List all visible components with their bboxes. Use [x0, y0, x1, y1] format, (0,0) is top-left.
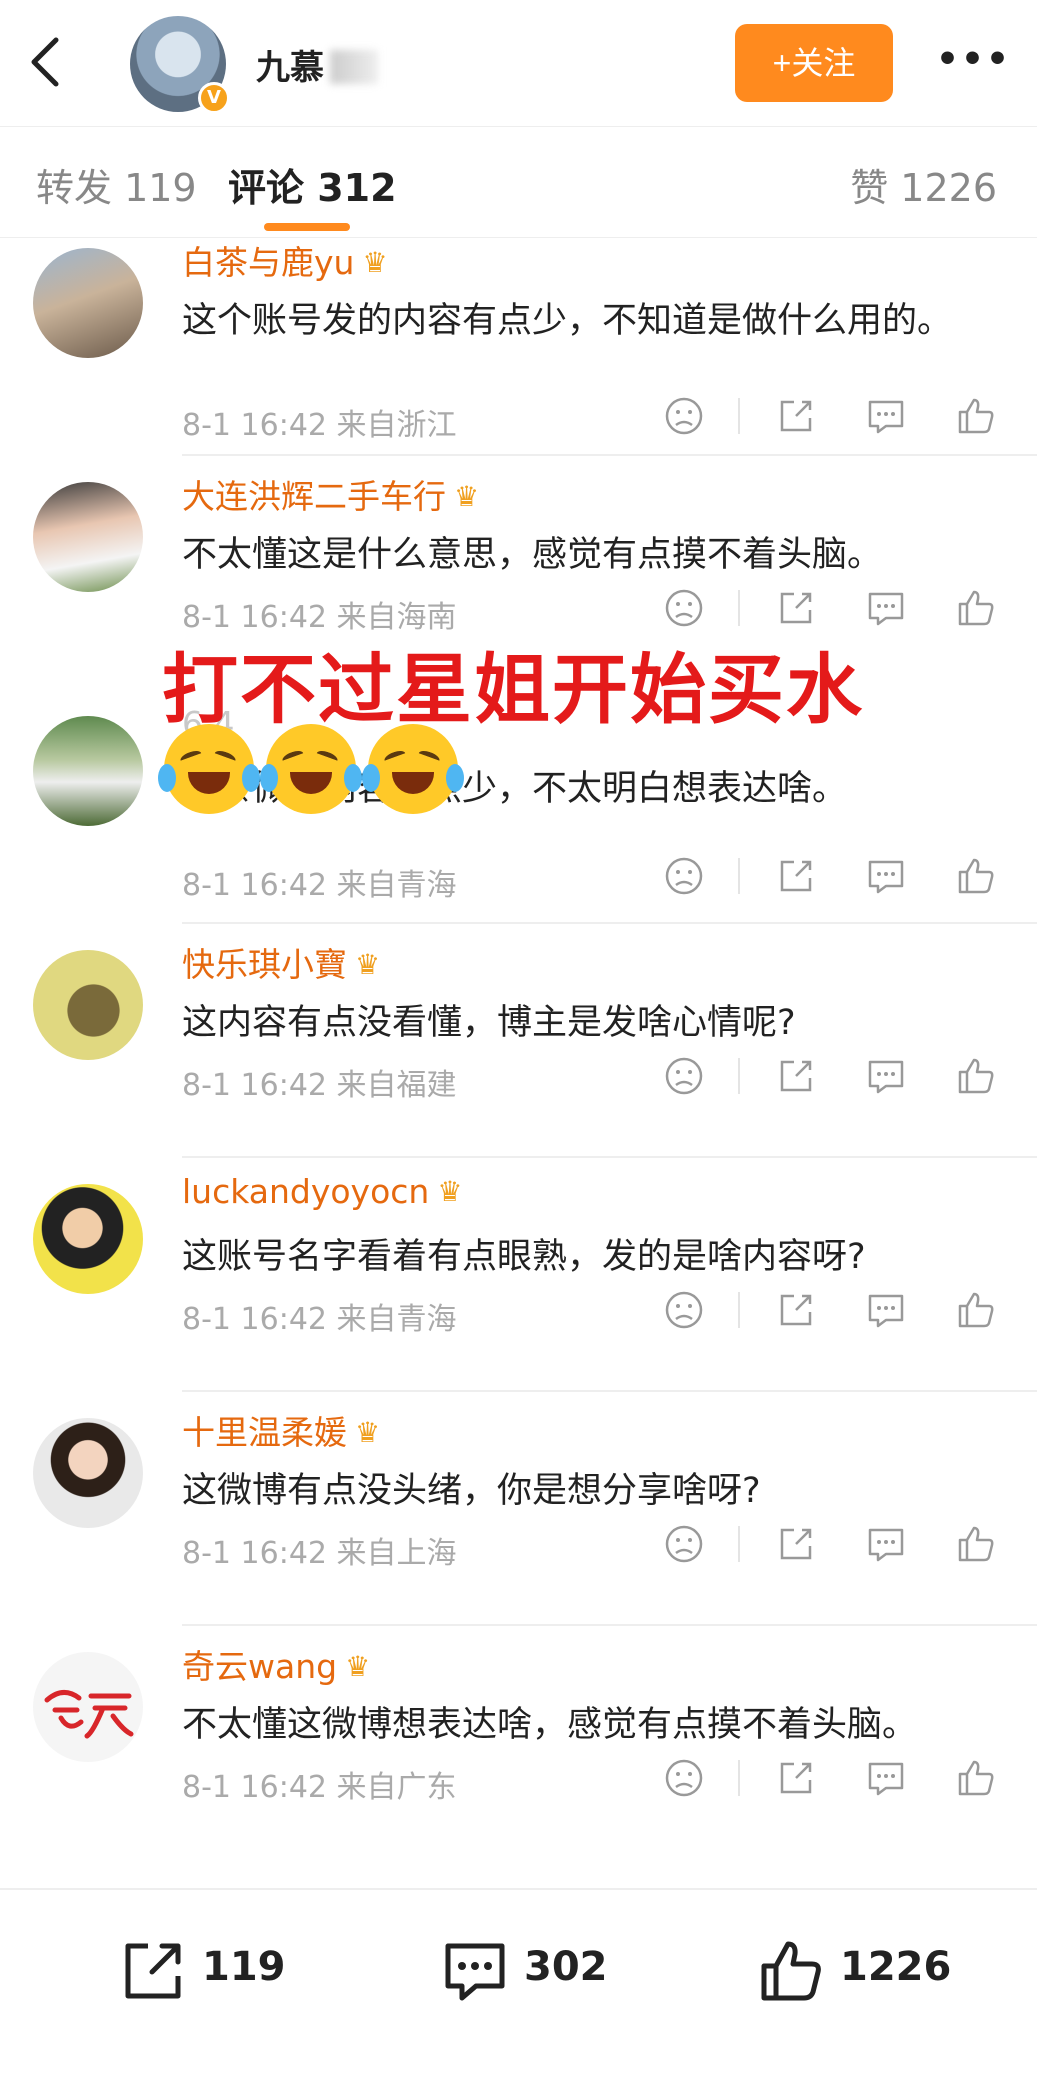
comment-meta: 8-1 16:42 来自福建 [182, 1068, 457, 1103]
name-redaction [330, 50, 378, 84]
comment-item: 白茶与鹿yu ♛ 这个账号发的内容有点少，不知道是做什么用的。 8-1 16:42… [0, 238, 1037, 456]
dislike-icon[interactable] [662, 1756, 706, 1800]
crown-icon: ♛ [437, 1175, 463, 1208]
divider [738, 1058, 740, 1094]
commenter-name[interactable]: 奇云wang ♛ [182, 1640, 370, 1688]
comment-list: 白茶与鹿yu ♛ 这个账号发的内容有点少，不知道是做什么用的。 8-1 16:42… [0, 238, 1037, 1888]
comment-text: 这内容有点没看懂，博主是发啥心情呢? [182, 1003, 796, 1043]
qiyun-logo-icon [44, 1690, 134, 1739]
comment-meta: 8-1 16:42 来自上海 [182, 1536, 457, 1571]
bottom-action-bar: 119 302 1226 [0, 1888, 1037, 2097]
like-icon[interactable] [954, 1522, 998, 1566]
crown-icon: ♛ [345, 1650, 371, 1683]
commenter-avatar[interactable] [33, 248, 143, 358]
commenter-avatar[interactable] [33, 1652, 143, 1762]
tab-bar: 转发 119 评论 312 赞 1226 [0, 126, 1037, 238]
reply-icon[interactable] [864, 1522, 908, 1566]
crown-icon: ♛ [355, 948, 381, 981]
rofl-emoji-icon [362, 724, 464, 814]
reply-icon[interactable] [864, 1054, 908, 1098]
reply-icon[interactable] [864, 854, 908, 898]
share-icon[interactable] [774, 1288, 818, 1332]
commenter-name[interactable]: luckandyoyocn ♛ [182, 1172, 462, 1211]
comment-meta: 8-1 16:42 来自青海 [182, 1302, 457, 1337]
divider [738, 858, 740, 894]
comment-text: 这账号名字看着有点眼熟，发的是啥内容呀? [182, 1237, 866, 1277]
like-icon[interactable] [954, 1288, 998, 1332]
divider [738, 398, 740, 434]
crown-icon: ♛ [454, 480, 480, 513]
commenter-avatar[interactable] [33, 482, 143, 592]
comment-meta: 8-1 16:42 来自浙江 [182, 408, 457, 443]
dislike-icon[interactable] [662, 394, 706, 438]
comment-text: 这个账号发的内容有点少，不知道是做什么用的。 [182, 301, 953, 341]
like-icon[interactable] [954, 854, 998, 898]
crown-icon: ♛ [355, 1416, 381, 1449]
reply-icon[interactable] [864, 586, 908, 630]
active-tab-indicator [264, 223, 350, 231]
tab-repost[interactable]: 转发 119 [36, 157, 197, 212]
rofl-emoji-icon [158, 724, 260, 814]
divider [738, 1526, 740, 1562]
share-icon[interactable] [774, 1054, 818, 1098]
top-bar: V 九慕 +关注 ••• [0, 0, 1037, 126]
dislike-icon[interactable] [662, 1054, 706, 1098]
like-count: 1226 [840, 1944, 952, 1990]
reply-icon[interactable] [864, 1756, 908, 1800]
repost-count: 119 [202, 1944, 286, 1990]
comment-item: luckandyoyocn ♛ 这账号名字看着有点眼熟，发的是啥内容呀? 8-1 … [0, 1158, 1037, 1392]
like-icon[interactable] [954, 1756, 998, 1800]
comment-icon [445, 1943, 505, 2001]
repost-icon [125, 1943, 181, 1999]
author-avatar[interactable]: V [130, 16, 230, 114]
divider [738, 1292, 740, 1328]
like-icon[interactable] [954, 394, 998, 438]
divider [738, 1760, 740, 1796]
share-icon[interactable] [774, 854, 818, 898]
commenter-avatar[interactable] [33, 1418, 143, 1528]
verified-badge-icon: V [198, 82, 230, 114]
like-icon[interactable] [954, 1054, 998, 1098]
reply-icon[interactable] [864, 394, 908, 438]
more-options-icon[interactable]: ••• [936, 40, 1009, 80]
author-name[interactable]: 九慕 [256, 40, 324, 89]
commenter-avatar[interactable] [33, 1184, 143, 1294]
comment-count: 302 [524, 1944, 608, 1990]
share-icon[interactable] [774, 1756, 818, 1800]
commenter-name[interactable]: 十里温柔媛 ♛ [182, 1406, 380, 1454]
dislike-icon[interactable] [662, 854, 706, 898]
commenter-name[interactable]: 快乐琪小寶 ♛ [182, 938, 380, 986]
crown-icon: ♛ [362, 246, 388, 279]
comment-item: 十里温柔媛 ♛ 这微博有点没头绪，你是想分享啥呀? 8-1 16:42 来自上海 [0, 1392, 1037, 1626]
dislike-icon[interactable] [662, 1288, 706, 1332]
follow-button[interactable]: +关注 [735, 24, 893, 102]
share-icon[interactable] [774, 1522, 818, 1566]
back-chevron-icon[interactable] [24, 34, 64, 90]
dislike-icon[interactable] [662, 1522, 706, 1566]
comment-text: 不太懂这是什么意思，感觉有点摸不着头脑。 [182, 535, 883, 575]
tab-like[interactable]: 赞 1226 [850, 157, 997, 212]
comment-text: 不太懂这微博想表达啥，感觉有点摸不着头脑。 [182, 1705, 918, 1745]
comment-item: 奇云wang ♛ 不太懂这微博想表达啥，感觉有点摸不着头脑。 8-1 16:42 … [0, 1626, 1037, 1860]
tab-comment[interactable]: 评论 312 [228, 157, 397, 212]
divider [738, 590, 740, 626]
comment-meta: 8-1 16:42 来自广东 [182, 1770, 457, 1805]
commenter-avatar[interactable] [33, 716, 143, 826]
overlay-caption: 打不过星姐开始买水 [162, 645, 864, 734]
like-icon[interactable] [954, 586, 998, 630]
share-icon[interactable] [774, 394, 818, 438]
commenter-avatar[interactable] [33, 950, 143, 1060]
comment-text: 这微博有点没头绪，你是想分享啥呀? [182, 1471, 761, 1511]
thumbs-up-icon [761, 1941, 821, 2001]
reply-icon[interactable] [864, 1288, 908, 1332]
commenter-name[interactable]: 白茶与鹿yu ♛ [182, 238, 388, 284]
dislike-icon[interactable] [662, 586, 706, 630]
comment-item: 快乐琪小寶 ♛ 这内容有点没看懂，博主是发啥心情呢? 8-1 16:42 来自福建 [0, 924, 1037, 1158]
rofl-emoji-icon [260, 724, 362, 814]
commenter-name[interactable]: 大连洪辉二手车行 ♛ [182, 470, 479, 518]
comment-meta: 8-1 16:42 来自青海 [182, 868, 457, 903]
share-icon[interactable] [774, 586, 818, 630]
